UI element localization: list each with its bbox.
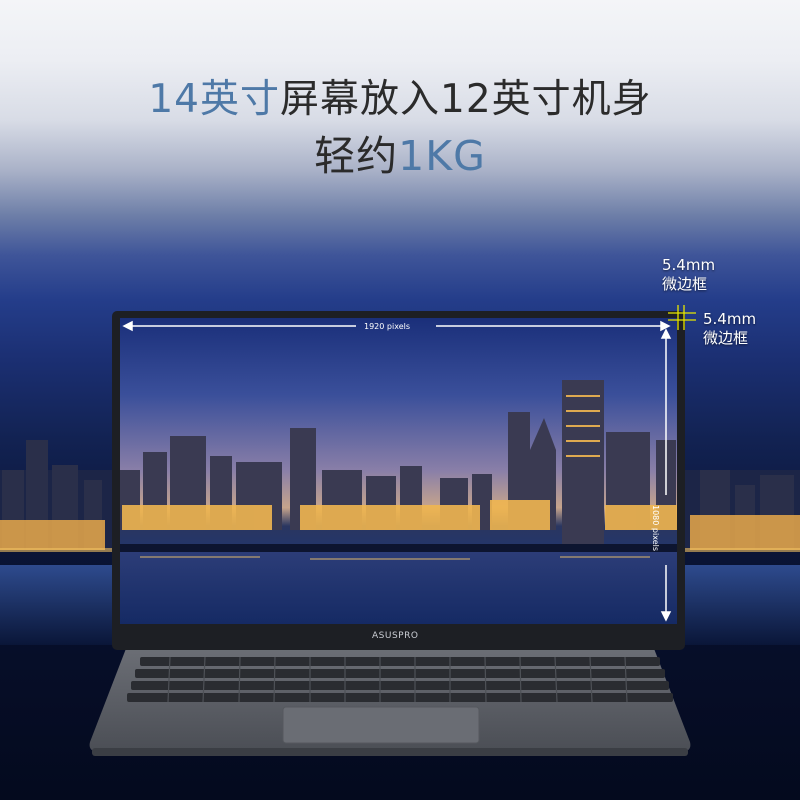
- bezel-callout-side: 5.4mm 微边框: [703, 310, 756, 348]
- laptop-illustration: [0, 305, 800, 756]
- bezel-callout-top: 5.4mm 微边框: [662, 256, 715, 294]
- bezel-top-label: 微边框: [662, 275, 708, 293]
- bezel-side-size: 5.4mm: [703, 310, 757, 328]
- height-label: 1080 pixels: [651, 505, 660, 552]
- brand-logo: ASUSPRO: [372, 631, 419, 641]
- bezel-top-size: 5.4mm: [662, 256, 716, 274]
- width-label: 1920 pixels: [364, 322, 411, 331]
- bezel-side-label: 微边框: [703, 329, 749, 347]
